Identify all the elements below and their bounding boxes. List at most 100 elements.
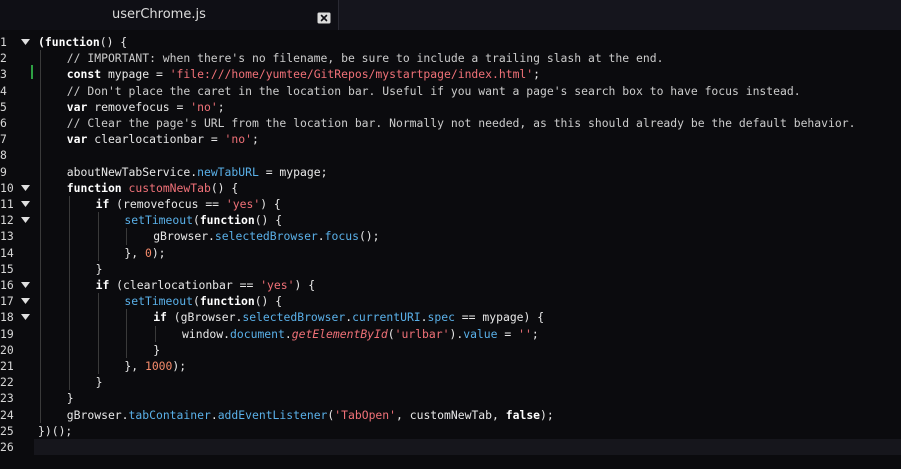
code-token: gBrowser. — [66, 407, 129, 422]
code-token: if — [95, 278, 117, 292]
code-line[interactable]: } — [96, 374, 901, 390]
code-line[interactable]: // Don't place the caret in the location… — [67, 83, 901, 99]
code-token: ). — [449, 326, 464, 341]
code-token: 'TabOpen' — [334, 407, 397, 422]
code-token: function — [199, 213, 255, 228]
line-number: 5 — [0, 99, 7, 114]
code-token: . — [420, 310, 428, 325]
code-token: } — [95, 375, 103, 390]
code-token: clearlocationbar = — [94, 132, 225, 147]
indent-guide — [97, 293, 99, 375]
line-number: 13 — [0, 229, 14, 244]
code-line[interactable]: } — [96, 261, 901, 277]
line-number: 3 — [0, 67, 7, 82]
code-token: customNewTab — [128, 180, 211, 195]
code-token: 'no' — [190, 99, 218, 114]
code-token: ) { — [260, 197, 281, 211]
line-number: 16 — [0, 278, 14, 292]
fold-arrow-icon[interactable] — [20, 309, 30, 325]
code-line[interactable]: function customNewTab() { — [67, 180, 901, 196]
code-token: 0 — [144, 245, 152, 260]
code-line[interactable]: // Clear the page's URL from the locatio… — [67, 115, 901, 131]
code-token: mypage = — [107, 67, 170, 82]
fold-arrow-icon[interactable] — [20, 180, 30, 196]
code-line[interactable] — [38, 147, 901, 163]
code-line[interactable]: setTimeout(function() { — [124, 293, 901, 309]
code-line[interactable]: } — [67, 390, 901, 406]
code-token: getElementById — [291, 326, 388, 341]
line-number: 4 — [0, 83, 7, 98]
indent-guide — [97, 212, 99, 261]
line-number: 2 — [0, 51, 7, 66]
fold-arrow-icon[interactable] — [20, 293, 30, 309]
code-line[interactable]: if (removefocus == 'yes') { — [96, 196, 901, 212]
git-change-marker — [31, 65, 33, 79]
code-token: function — [66, 180, 129, 195]
code-token: if — [153, 310, 174, 325]
code-line[interactable]: var clearlocationbar = 'no'; — [67, 131, 901, 147]
code-token: value — [463, 326, 498, 341]
line-number: 15 — [0, 261, 14, 276]
code-token: aboutNewTabService. — [66, 164, 198, 179]
code-line[interactable] — [38, 439, 901, 455]
code-token: currentURI — [352, 310, 421, 325]
code-line[interactable]: gBrowser.tabContainer.addEventListener('… — [67, 407, 901, 423]
line-number: 17 — [0, 294, 14, 309]
code-line[interactable]: })(); — [38, 423, 901, 439]
code-line[interactable]: window.document.getElementById('urlbar')… — [182, 326, 901, 342]
code-token: 'urlbar' — [394, 326, 450, 341]
code-line[interactable]: }, 0); — [124, 245, 901, 261]
fold-arrow-icon[interactable] — [20, 277, 30, 293]
code-token: // Clear the page's URL from the locatio… — [66, 116, 856, 130]
code-line[interactable]: if (clearlocationbar == 'yes') { — [96, 277, 901, 293]
line-number: 12 — [0, 213, 14, 228]
code-line[interactable]: aboutNewTabService.newTabURL = mypage; — [67, 164, 901, 180]
code-token: . — [284, 326, 292, 341]
code-token: var — [66, 132, 95, 147]
code-token: () { — [99, 35, 128, 49]
line-number: 22 — [0, 375, 14, 390]
line-number: 20 — [0, 342, 14, 357]
code-line[interactable]: (function() { — [38, 34, 901, 50]
code-line[interactable]: }, 1000); — [124, 358, 901, 374]
fold-arrow-icon[interactable] — [20, 34, 30, 50]
code-token: 'file:///home/yumtee/GitRepos/mystartpag… — [169, 67, 534, 82]
code-token: }, — [124, 359, 145, 373]
code-token: } — [66, 391, 74, 406]
code-token: ); — [151, 245, 166, 260]
code-token: (function — [38, 35, 100, 49]
tab-userchrome-js[interactable]: userChrome.js — [0, 0, 339, 30]
code-token: setTimeout — [124, 294, 193, 309]
line-number: 9 — [0, 164, 7, 179]
line-number: 23 — [0, 391, 14, 406]
code-token: ; — [533, 67, 541, 82]
code-token: () { — [254, 213, 283, 228]
code-line[interactable]: if (gBrowser.selectedBrowser.currentURI.… — [153, 309, 901, 325]
code-token: (gBrowser. — [173, 310, 243, 325]
code-token: ( — [192, 213, 200, 228]
line-number: 21 — [0, 359, 14, 373]
line-number: 14 — [0, 245, 14, 260]
code-token: . — [317, 229, 325, 244]
code-token: ( — [192, 294, 200, 309]
line-number: 24 — [0, 407, 14, 422]
code-token: '' — [518, 326, 532, 341]
code-line[interactable]: const mypage = 'file:///home/yumtee/GitR… — [67, 66, 901, 82]
fold-arrow-icon[interactable] — [20, 212, 30, 228]
code-line[interactable]: // IMPORTANT: when there's no filename, … — [67, 50, 901, 66]
code-line[interactable]: var removefocus = 'no'; — [67, 99, 901, 115]
tab-bar: userChrome.js — [0, 0, 901, 30]
code-line[interactable]: setTimeout(function() { — [124, 212, 901, 228]
fold-arrow-icon[interactable] — [20, 196, 30, 212]
code-token: , customNewTab, — [396, 407, 506, 422]
code-area[interactable]: (function() {// IMPORTANT: when there's … — [34, 30, 901, 469]
code-token: 'yes' — [260, 278, 295, 292]
code-token: (clearlocationbar == — [116, 278, 261, 292]
close-icon[interactable] — [317, 9, 331, 24]
code-editor[interactable]: 1 2 3 4 5 6 7 8 9 10 11 12 13 14 15 16 17 18 19 20 21 22 23 24 2… — [0, 30, 901, 469]
code-token: })(); — [38, 423, 73, 438]
code-line[interactable]: } — [153, 342, 901, 358]
code-token: ); — [540, 407, 554, 422]
code-line[interactable]: gBrowser.selectedBrowser.focus(); — [153, 228, 901, 244]
code-token: 'no' — [224, 132, 252, 147]
